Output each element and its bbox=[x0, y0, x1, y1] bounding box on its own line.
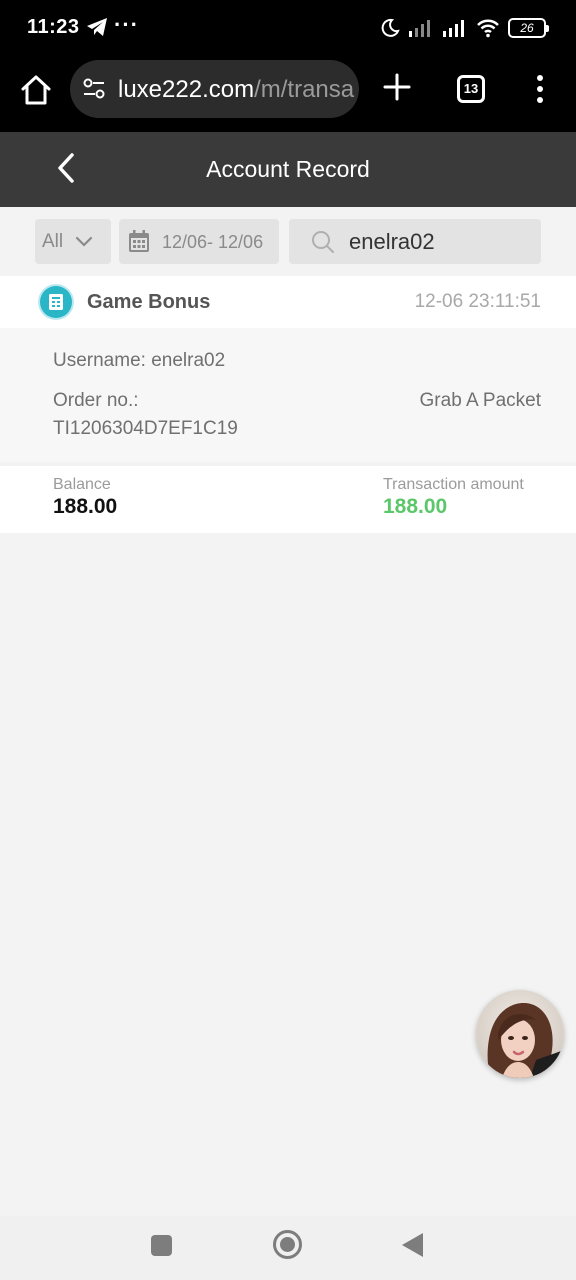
back-button[interactable] bbox=[402, 1233, 423, 1257]
telegram-icon bbox=[87, 18, 107, 36]
filter-bar: All 12/06- 12/06 bbox=[0, 207, 576, 276]
tune-icon[interactable] bbox=[82, 78, 106, 100]
chevron-left-icon[interactable] bbox=[50, 150, 86, 186]
calendar-icon bbox=[129, 230, 149, 252]
date-range-value: 12/06- 12/06 bbox=[162, 232, 264, 252]
type-filter-value: All bbox=[42, 231, 64, 252]
status-bar: 11:23 ··· 26 bbox=[0, 0, 576, 58]
browser-toolbar: luxe222.com/m/transa 13 bbox=[0, 58, 576, 132]
recents-button[interactable] bbox=[151, 1235, 172, 1256]
tab-switcher-button[interactable]: 13 bbox=[457, 75, 485, 103]
plus-icon[interactable] bbox=[382, 72, 412, 102]
transaction-amount-label: Transaction amount bbox=[383, 476, 524, 493]
address-bar[interactable]: luxe222.com/m/transa bbox=[70, 60, 359, 118]
record-username: Username: enelra02 bbox=[53, 350, 226, 371]
balance-label: Balance bbox=[53, 476, 111, 493]
type-filter-dropdown[interactable]: All bbox=[35, 219, 111, 264]
page-title: Account Record bbox=[206, 156, 370, 182]
wifi-icon bbox=[477, 19, 499, 38]
balance-value: 188.00 bbox=[53, 495, 118, 518]
battery-icon: 26 bbox=[508, 18, 549, 38]
signal-icon-2 bbox=[443, 20, 464, 37]
record-type: Game Bonus bbox=[87, 291, 211, 313]
order-number-label: Order no.: bbox=[53, 390, 139, 411]
date-range-picker[interactable]: 12/06- 12/06 bbox=[119, 219, 279, 264]
more-notifications-icon: ··· bbox=[114, 12, 139, 37]
search-icon bbox=[312, 231, 334, 253]
search-input[interactable] bbox=[349, 228, 529, 256]
record-amounts: Balance 188.00 Transaction amount 188.00 bbox=[0, 466, 576, 533]
more-vert-icon[interactable] bbox=[532, 74, 548, 104]
record-description: Grab A Packet bbox=[419, 390, 541, 411]
transaction-amount-value: 188.00 bbox=[383, 495, 448, 518]
order-number: TI1206304D7EF1C19 bbox=[53, 418, 238, 439]
url-path: /m/transa bbox=[254, 76, 355, 103]
signal-icon bbox=[409, 20, 430, 37]
record-datetime: 12-06 23:11:51 bbox=[414, 291, 541, 312]
search-box[interactable] bbox=[289, 219, 541, 264]
status-indicators: 26 bbox=[380, 14, 549, 42]
moon-icon bbox=[381, 18, 400, 37]
url-host: luxe222.com bbox=[118, 76, 255, 103]
chevron-down-icon bbox=[75, 236, 93, 247]
receipt-icon bbox=[40, 286, 72, 318]
home-button[interactable] bbox=[273, 1230, 302, 1259]
url-text[interactable]: luxe222.com/m/transa bbox=[118, 76, 354, 104]
record-details: Username: enelra02 Order no.: Grab A Pac… bbox=[0, 328, 576, 462]
status-time: 11:23 bbox=[27, 16, 80, 38]
system-nav-bar bbox=[0, 1216, 576, 1280]
record-header[interactable]: Game Bonus 12-06 23:11:51 bbox=[0, 276, 576, 328]
support-avatar[interactable] bbox=[476, 990, 564, 1078]
app-header: Account Record bbox=[0, 132, 576, 207]
home-icon[interactable] bbox=[18, 72, 54, 108]
